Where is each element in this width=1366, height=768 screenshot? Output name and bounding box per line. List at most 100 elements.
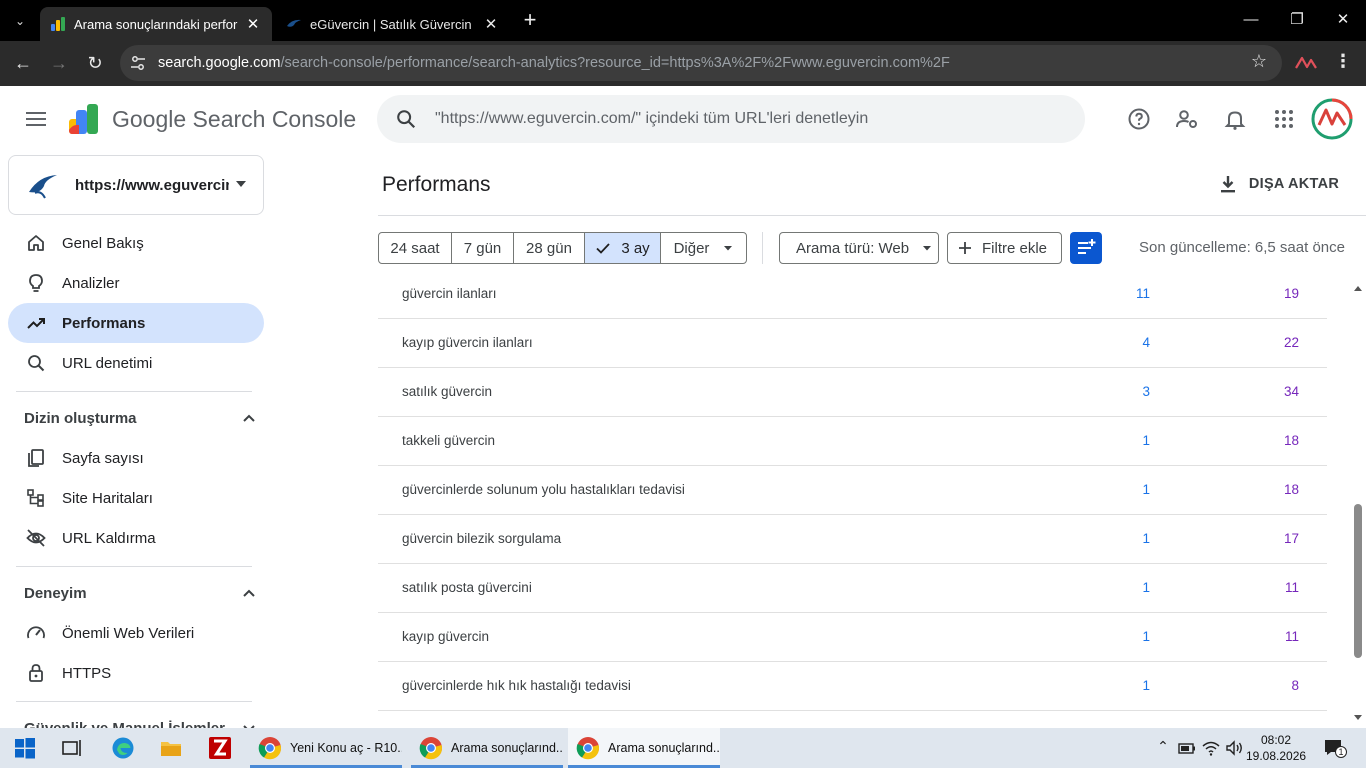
account-avatar[interactable] (1311, 98, 1353, 140)
window-close-icon[interactable]: ✕ (1320, 0, 1366, 40)
query-cell: güvercinlerde solunum yolu hastalıkları … (402, 482, 685, 497)
close-tab-icon[interactable]: ✕ (482, 15, 500, 33)
new-tab-button[interactable]: + (518, 9, 542, 32)
section-title: Güvenlik ve Manuel İşlemler (24, 719, 225, 729)
extension-icon[interactable] (1295, 54, 1317, 72)
clicks-cell: 1 (1142, 482, 1150, 497)
tab-search-button[interactable]: ⌄ (8, 10, 32, 32)
notifications-icon[interactable] (1223, 107, 1247, 131)
sidebar-item-url-inspection[interactable]: URL denetimi (8, 343, 264, 383)
taskbar-app-chrome-gsc-active[interactable]: Arama sonuçlarınd... (568, 728, 720, 768)
table-row[interactable]: satılık posta güvercini 1 11 (378, 564, 1327, 613)
minimize-icon[interactable]: — (1228, 0, 1274, 40)
range-28d[interactable]: 28 gün (514, 233, 585, 263)
sidebar-item-pages[interactable]: Sayfa sayısı (8, 438, 264, 478)
sidebar-item-performance[interactable]: Performans (8, 303, 264, 343)
table-row[interactable]: güvercin bilezik sorgulama 1 17 (378, 515, 1327, 564)
scroll-down-arrow-icon[interactable] (1354, 714, 1362, 722)
chevron-down-icon (236, 181, 246, 187)
sidebar-item-insights[interactable]: Analizler (8, 263, 264, 303)
tab-title: eGüvercin | Satılık Güvercin İlan (310, 16, 476, 32)
table-row[interactable]: güvercinlerde hık hık hastalığı tedavisi… (378, 662, 1327, 711)
back-icon[interactable]: ← (9, 49, 37, 77)
section-security-header[interactable]: Güvenlik ve Manuel İşlemler (24, 716, 256, 728)
task-view-icon[interactable] (60, 736, 84, 760)
file-explorer-icon[interactable] (159, 736, 183, 760)
sidebar-item-sitemaps[interactable]: Site Haritaları (8, 478, 264, 518)
export-button[interactable]: DIŞA AKTAR (1212, 166, 1344, 202)
trending-up-icon (27, 318, 45, 329)
lightbulb-icon (29, 274, 43, 292)
add-filter-label: Filtre ekle (982, 239, 1048, 257)
taskbar-app-chrome-r10[interactable]: Yeni Konu aç - R10.... (250, 728, 402, 768)
address-bar[interactable]: search.google.com/search-console/perform… (120, 45, 1282, 81)
queries-table: güvercin ilanları 11 19 kayıp güvercin i… (378, 282, 1328, 728)
header-divider (378, 215, 1366, 216)
clicks-cell: 3 (1142, 384, 1150, 399)
download-icon (1220, 176, 1235, 193)
filezilla-icon[interactable] (208, 736, 232, 760)
reload-icon[interactable]: ↻ (81, 49, 109, 77)
edge-browser-icon[interactable] (111, 736, 135, 760)
browser-tab-active[interactable]: Arama sonuçlarındaki performa ✕ (40, 7, 272, 41)
menu-icon[interactable] (24, 107, 48, 131)
sidebar-item-core-web-vitals[interactable]: Önemli Web Verileri (8, 613, 264, 653)
clicks-cell: 11 (1135, 286, 1150, 301)
manage-users-icon[interactable] (1175, 107, 1199, 131)
taskbar-app-chrome-gsc[interactable]: Arama sonuçlarınd... (411, 728, 563, 768)
scroll-up-arrow-icon[interactable] (1354, 284, 1362, 292)
taskbar-app-label: Arama sonuçlarınd... (608, 741, 720, 755)
range-7d[interactable]: 7 gün (452, 233, 514, 263)
query-cell: kayıp güvercin ilanları (402, 335, 533, 350)
tray-overflow-icon[interactable]: ⌃ (1153, 738, 1173, 758)
sidebar-divider (16, 391, 252, 392)
search-icon (28, 355, 45, 372)
windows-start-icon[interactable] (13, 736, 37, 760)
table-row[interactable]: güvercin ilanları 11 19 (378, 282, 1327, 319)
table-row[interactable]: güvercinlerde solunum yolu hastalıkları … (378, 466, 1327, 515)
app-header: Google Search Console (0, 86, 1366, 152)
sidebar-item-label: Performans (62, 314, 146, 332)
close-tab-icon[interactable]: ✕ (244, 15, 262, 33)
sidebar-item-removals[interactable]: URL Kaldırma (8, 518, 264, 558)
site-info-icon[interactable] (128, 53, 148, 73)
table-row[interactable]: kayıp güvercin 1 11 (378, 613, 1327, 662)
search-type-dropdown[interactable]: Arama türü: Web (779, 232, 939, 264)
apps-grid-icon[interactable] (1272, 107, 1296, 131)
forward-icon[interactable]: → (45, 49, 73, 77)
impressions-cell: 11 (1284, 580, 1299, 595)
search-input[interactable] (435, 95, 1055, 143)
table-row[interactable]: takkeli güvercin 1 18 (378, 417, 1327, 466)
system-clock[interactable]: 08:02 19.08.2026 (1246, 732, 1306, 764)
page-scrollbar[interactable] (1350, 282, 1366, 728)
section-experience-header[interactable]: Deneyim (24, 581, 256, 605)
section-indexing-header[interactable]: Dizin oluşturma (24, 406, 256, 430)
restore-icon[interactable]: ❐ (1274, 0, 1320, 40)
range-other[interactable]: Diğer (661, 233, 746, 263)
wifi-icon[interactable] (1201, 738, 1221, 758)
filter-options-icon[interactable] (1070, 232, 1102, 264)
range-24h[interactable]: 24 saat (379, 233, 452, 263)
dropdown-arrow-icon (724, 246, 733, 251)
add-filter-button[interactable]: Filtre ekle (947, 232, 1062, 264)
range-3m[interactable]: 3 ay (585, 233, 661, 263)
battery-icon[interactable] (1177, 738, 1197, 758)
chrome-icon (576, 737, 600, 760)
sidebar-item-https[interactable]: HTTPS (8, 653, 264, 693)
url-inspect-search[interactable] (377, 95, 1085, 143)
bookmark-star-icon[interactable]: ☆ (1251, 51, 1267, 72)
volume-icon[interactable] (1224, 738, 1244, 758)
clock-date: 19.08.2026 (1246, 749, 1307, 763)
table-row[interactable]: satılık güvercin 3 34 (378, 368, 1327, 417)
sidebar-item-overview[interactable]: Genel Bakış (8, 223, 264, 263)
scroll-thumb[interactable] (1354, 504, 1362, 658)
plus-icon (959, 242, 971, 254)
notification-center-icon[interactable]: 1 (1323, 738, 1347, 758)
browser-menu-icon[interactable]: ⋮ (1334, 51, 1352, 75)
table-row[interactable]: kayıp güvercin ilanları 4 22 (378, 319, 1327, 368)
help-icon[interactable] (1127, 107, 1151, 131)
sidebar-item-label: Önemli Web Verileri (62, 624, 195, 642)
browser-tab[interactable]: eGüvercin | Satılık Güvercin İlan ✕ (276, 7, 510, 41)
property-selector[interactable]: https://www.eguvercin.com/ (8, 155, 264, 215)
url-host: search.google.com (158, 55, 281, 71)
